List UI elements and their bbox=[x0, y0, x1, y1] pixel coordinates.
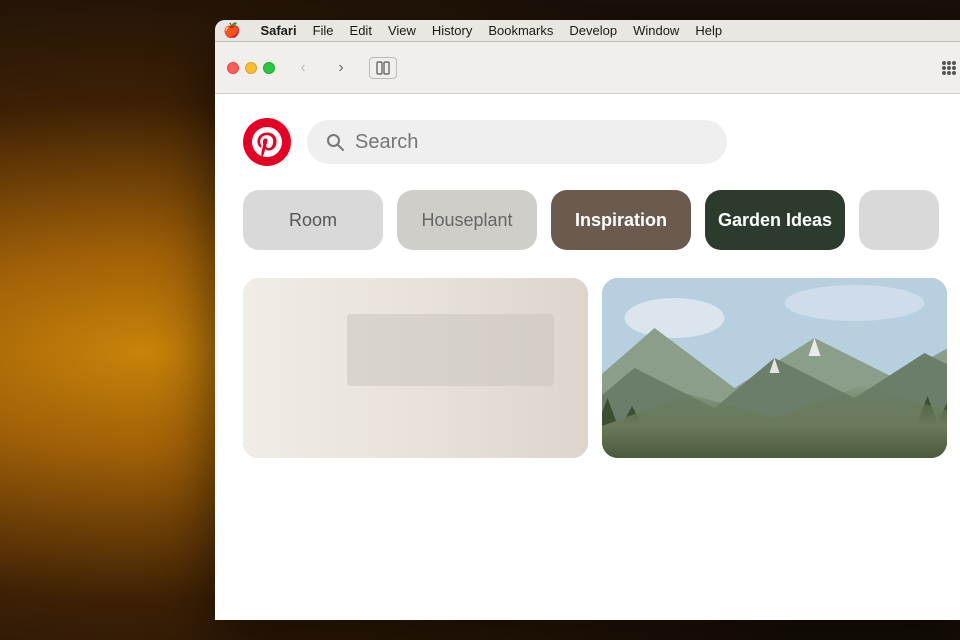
landscape-svg bbox=[602, 278, 947, 458]
browser-toolbar: ‹ › bbox=[215, 42, 960, 94]
search-bar[interactable]: Search bbox=[307, 120, 727, 164]
traffic-lights bbox=[227, 62, 275, 74]
menu-item-bookmarks[interactable]: Bookmarks bbox=[488, 23, 553, 38]
menu-item-window[interactable]: Window bbox=[633, 23, 679, 38]
mac-window: 🍎 Safari File Edit View History Bookmark… bbox=[215, 20, 960, 620]
grid-view-icon[interactable] bbox=[935, 57, 960, 79]
menu-item-help[interactable]: Help bbox=[695, 23, 722, 38]
search-icon bbox=[325, 132, 345, 152]
page-content: Search Room Houseplant Inspiration Garde… bbox=[215, 94, 960, 620]
mac-menu-bar: 🍎 Safari File Edit View History Bookmark… bbox=[215, 20, 960, 42]
pinterest-header: Search bbox=[243, 118, 947, 166]
menu-item-file[interactable]: File bbox=[313, 23, 334, 38]
category-pill-room[interactable]: Room bbox=[243, 190, 383, 250]
apple-menu-icon[interactable]: 🍎 bbox=[223, 22, 240, 39]
fullscreen-button[interactable] bbox=[263, 62, 275, 74]
back-button[interactable]: ‹ bbox=[289, 57, 317, 79]
kitchen-detail-overlay bbox=[243, 278, 588, 458]
menu-item-edit[interactable]: Edit bbox=[350, 23, 372, 38]
category-pill-more[interactable] bbox=[859, 190, 939, 250]
category-pill-houseplant[interactable]: Houseplant bbox=[397, 190, 537, 250]
image-grid bbox=[243, 278, 947, 458]
pinterest-p-icon bbox=[252, 127, 282, 157]
menu-item-view[interactable]: View bbox=[388, 23, 416, 38]
safari-menu-label[interactable]: Safari bbox=[260, 23, 296, 38]
category-pills-row: Room Houseplant Inspiration Garden Ideas bbox=[243, 190, 947, 250]
pinterest-logo[interactable] bbox=[243, 118, 291, 166]
menu-item-develop[interactable]: Develop bbox=[569, 23, 617, 38]
forward-button[interactable]: › bbox=[327, 57, 355, 79]
landscape-photo bbox=[602, 278, 947, 458]
interior-photo bbox=[243, 278, 588, 458]
image-card-interior[interactable] bbox=[243, 278, 588, 458]
minimize-button[interactable] bbox=[245, 62, 257, 74]
image-card-landscape[interactable] bbox=[602, 278, 947, 458]
image-grid-col-left bbox=[243, 278, 588, 458]
search-placeholder-text: Search bbox=[355, 131, 418, 154]
close-button[interactable] bbox=[227, 62, 239, 74]
category-pill-inspiration[interactable]: Inspiration bbox=[551, 190, 691, 250]
tab-view-button[interactable] bbox=[369, 57, 397, 79]
image-grid-col-right bbox=[602, 278, 947, 458]
menu-item-history[interactable]: History bbox=[432, 23, 472, 38]
category-pill-garden-ideas[interactable]: Garden Ideas bbox=[705, 190, 845, 250]
